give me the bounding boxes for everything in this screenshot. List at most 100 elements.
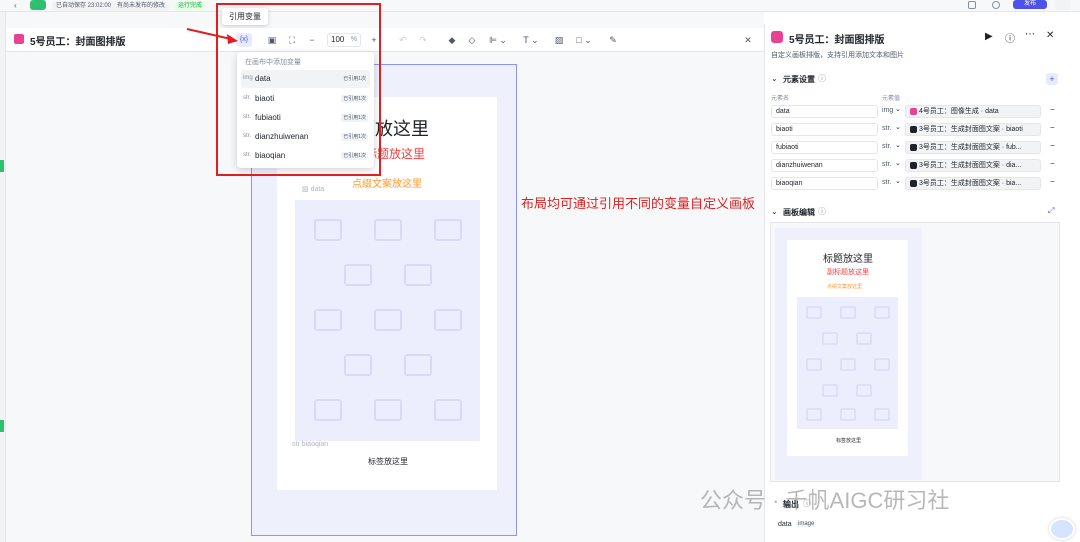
shape-tool-icon[interactable]: □ ⌄ — [573, 33, 595, 47]
tag-var-name: biaoqian — [301, 441, 329, 448]
history-icon[interactable] — [992, 1, 1000, 9]
string-type-icon[interactable]: str. — [882, 125, 891, 132]
image-pattern-icon — [314, 219, 462, 421]
canvas-tag-var-label: str biaoqian — [292, 441, 328, 448]
column-value-header: 元素值 — [882, 96, 901, 102]
value-source-icon — [910, 125, 917, 133]
value-source-icon — [910, 107, 917, 115]
expand-editor-icon[interactable]: ⤢ — [1048, 206, 1054, 216]
editor-title: 5号员工：封面图排版 — [30, 37, 126, 48]
board-info-icon: ⓘ — [818, 207, 826, 216]
element-value-text: 3号员工：生成封面图文案 · dia... — [918, 162, 1022, 169]
output-type-badge: image — [796, 521, 817, 527]
unpublished-notice: 有尚未发布的修改 — [113, 1, 170, 11]
output-name: data — [778, 521, 792, 528]
node-edge-marker — [0, 420, 4, 432]
element-name-field[interactable]: fubiaoti — [771, 141, 878, 154]
image-tool-icon[interactable]: ▨ — [553, 33, 565, 47]
pen-tool-icon[interactable]: ✎ — [607, 33, 619, 47]
element-value-text: 3号员工：生成封面图文案 · biaoti — [918, 126, 1023, 133]
collapse-elements-icon[interactable]: ⌄ — [771, 74, 778, 83]
panel-logo-icon — [771, 31, 783, 43]
chevron-down-icon[interactable]: ⌄ — [895, 177, 901, 185]
collapse-board-icon[interactable]: ⌄ — [771, 207, 778, 216]
canvas-image-placeholder[interactable] — [295, 200, 480, 441]
panel-title: 5号员工：封面图排版 — [789, 35, 885, 46]
back-icon[interactable]: ‹ — [14, 1, 17, 10]
preview-title-text: 标题放这里 — [823, 254, 873, 265]
element-value-text: 3号员工：生成封面图文案 · bia... — [918, 180, 1022, 187]
element-name-field[interactable]: data — [771, 105, 878, 118]
element-value-field[interactable]: 3号员工：生成封面图文案 · dia... — [905, 159, 1041, 172]
layer-up-icon[interactable]: ◆ — [446, 33, 458, 47]
editor-header: 5号员工：封面图排版 — [6, 28, 764, 52]
preview-image-placeholder — [797, 297, 898, 429]
help-icon[interactable]: ⓘ — [1005, 30, 1015, 45]
element-value-field[interactable]: 3号员工：生成封面图文案 · bia... — [905, 177, 1041, 190]
remove-row-icon[interactable]: − — [1050, 159, 1055, 168]
column-name-header: 元素名 — [771, 96, 790, 102]
image-var-name: data — [310, 186, 325, 193]
annotation-arrow-icon — [186, 28, 238, 44]
top-status-bar: ‹ 已自动保存 23:02:00 有尚未发布的修改 运行完成 发布 — [0, 0, 1080, 12]
element-value-text: 4号员工：图像生成 · data — [918, 108, 999, 115]
align-icon[interactable]: ⊫ ⌄ — [487, 33, 509, 47]
value-source-icon — [910, 143, 917, 151]
image-pattern-icon — [806, 306, 890, 421]
image-type-icon[interactable]: img — [882, 107, 893, 114]
close-panel-icon[interactable]: ✕ — [1046, 30, 1054, 41]
text-tool-icon[interactable]: T ⌄ — [520, 33, 542, 47]
remove-row-icon[interactable]: − — [1050, 141, 1055, 150]
close-editor-icon[interactable]: ✕ — [742, 33, 754, 47]
more-options-icon[interactable]: ⋯ — [1025, 29, 1035, 40]
editor-logo-icon — [14, 34, 24, 44]
section-board-title: 画板编辑 — [783, 208, 815, 217]
assistant-avatar[interactable] — [1049, 518, 1075, 540]
app-logo — [30, 0, 46, 10]
value-source-icon — [910, 161, 917, 169]
string-type-icon[interactable]: str. — [882, 179, 891, 186]
element-name-field[interactable]: biaoti — [771, 123, 878, 136]
node-edge-marker — [0, 160, 4, 172]
remove-row-icon[interactable]: − — [1050, 177, 1055, 186]
remove-row-icon[interactable]: − — [1050, 123, 1055, 132]
elements-info-icon: ⓘ — [818, 74, 826, 83]
run-node-icon[interactable]: ▶ — [985, 31, 993, 42]
redo-icon[interactable]: ↷ — [417, 33, 429, 47]
layer-down-icon[interactable]: ◇ — [466, 33, 478, 47]
chevron-down-icon[interactable]: ⌄ — [895, 141, 901, 149]
element-name-field[interactable]: dianzhuiwenan — [771, 159, 878, 172]
canvas-image-label: ▨ data — [302, 185, 324, 193]
share-icon[interactable] — [968, 1, 976, 9]
annotation-text: 布局均可通过引用不同的变量自定义画板 — [521, 196, 756, 211]
element-value-field[interactable]: 3号员工：生成封面图文案 · biaoti — [905, 123, 1041, 136]
preview-tag-text: 标签放这里 — [836, 438, 862, 444]
preview-accent-text: 点缀文案放这里 — [827, 284, 863, 290]
more-icon[interactable] — [1055, 0, 1071, 10]
element-value-field[interactable]: 3号员工：生成封面图文案 · fub... — [905, 141, 1041, 154]
string-type-icon: str — [292, 441, 302, 448]
section-elements-title: 元素设置 — [783, 75, 815, 84]
value-source-icon — [910, 179, 917, 187]
undo-icon[interactable]: ↶ — [397, 33, 409, 47]
element-value-field[interactable]: 4号员工：图像生成 · data — [905, 105, 1041, 118]
chevron-down-icon[interactable]: ⌄ — [895, 123, 901, 131]
string-type-icon[interactable]: str. — [882, 143, 891, 150]
element-name-field[interactable]: biaoqian — [771, 177, 878, 190]
panel-description: 自定义画板排版，支持引用添加文本和图片 — [771, 52, 904, 59]
run-status-badge[interactable]: 运行完成 — [174, 1, 207, 11]
element-value-text: 3号员工：生成封面图文案 · fub... — [918, 144, 1022, 151]
chevron-down-icon[interactable]: ⌄ — [895, 159, 901, 167]
publish-button[interactable]: 发布 — [1013, 0, 1047, 9]
annotation-box-dropdown — [216, 3, 381, 176]
string-type-icon[interactable]: str. — [882, 161, 891, 168]
add-element-button[interactable]: + — [1046, 73, 1058, 85]
watermark-text: 公众号 · 千帆AIGC研习社 — [700, 488, 950, 513]
image-placeholder-icon: ▨ — [302, 186, 311, 193]
canvas-accent-text[interactable]: 点缀文案放这里 — [352, 175, 422, 190]
canvas-tag-text[interactable]: 标签放这里 — [368, 456, 408, 467]
chevron-down-icon[interactable]: ⌄ — [895, 105, 901, 113]
remove-row-icon[interactable]: − — [1050, 105, 1055, 114]
preview-subtitle-text: 副标题放这里 — [827, 269, 869, 276]
autosave-status: 已自动保存 23:02:00 — [52, 1, 116, 11]
